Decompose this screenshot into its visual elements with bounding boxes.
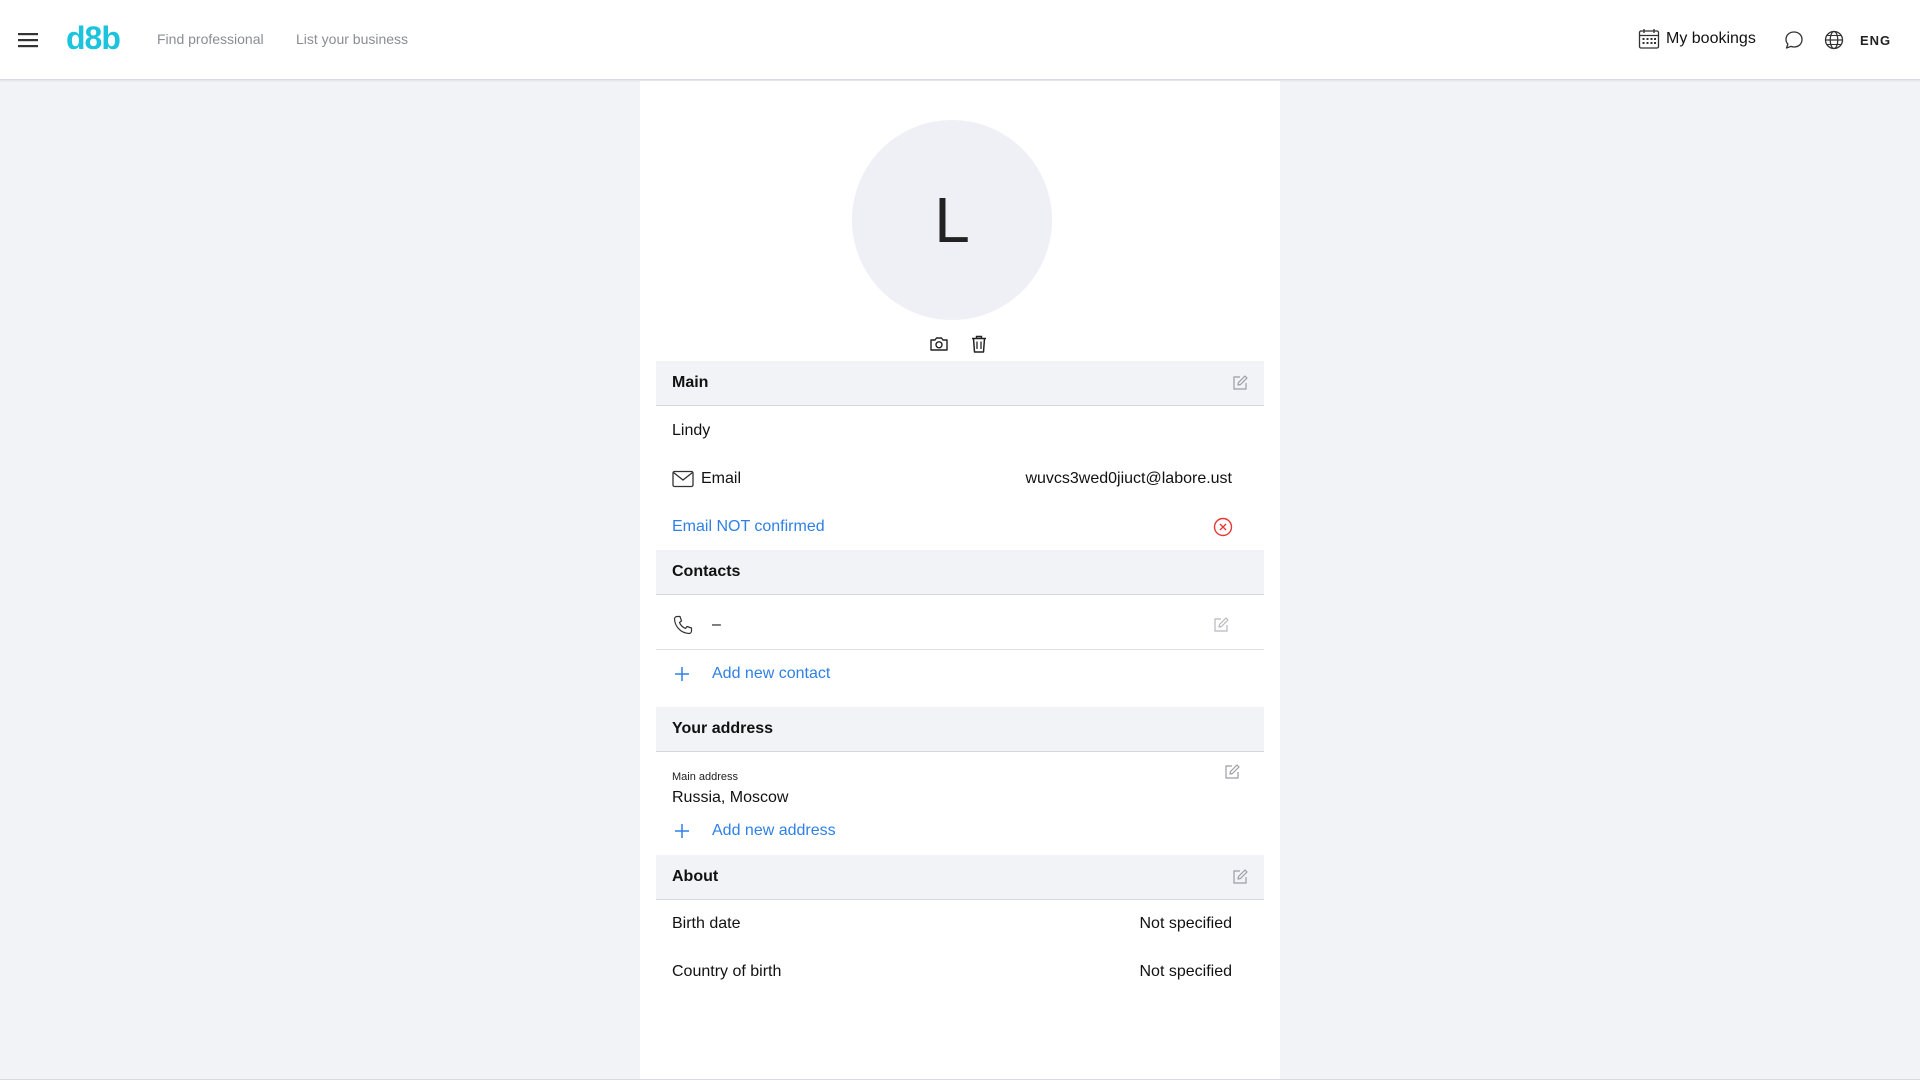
plus-icon [675,667,689,681]
country-of-birth-row: Country of birth Not specified [672,960,1248,984]
globe-icon[interactable] [1823,29,1845,51]
profile-name: Lindy [672,422,711,439]
contacts-divider [656,649,1264,650]
section-contacts-title: Contacts [672,563,741,580]
calendar-icon [1638,29,1660,49]
section-main-title: Main [672,374,709,391]
phone-row: – [672,612,1248,638]
my-bookings-label: My bookings [1666,30,1756,47]
section-main-header: Main [656,361,1264,406]
birth-date-label: Birth date [672,915,741,932]
nav-list-business[interactable]: List your business [296,31,408,47]
profile-name-row: Lindy [672,419,1248,443]
top-navigation-bar: d8b Find professional List your business… [0,0,1920,80]
birth-date-row: Birth date Not specified [672,912,1248,936]
my-bookings-button[interactable]: My bookings [1638,28,1756,50]
add-address-row[interactable]: Add new address [672,818,1248,844]
trash-icon[interactable] [968,333,990,355]
language-selector[interactable]: ENG [1860,33,1891,48]
email-label: Email [701,470,742,487]
section-about-title: About [672,868,719,885]
email-status-row: Email NOT confirmed [672,514,1248,540]
email-not-confirmed-link[interactable]: Email NOT confirmed [672,518,825,536]
edit-about-icon[interactable] [1231,868,1249,886]
main-address-value: Russia, Moscow [672,789,789,806]
section-contacts-header: Contacts [656,550,1264,595]
main-address-label-row: Main address [672,770,1248,784]
email-row: Email wuvcs3wed0jiuct@labore.ust [672,466,1248,492]
plus-icon [675,824,689,838]
nav-find-professional[interactable]: Find professional [157,31,264,47]
menu-icon[interactable] [16,28,40,52]
main-address-value-row: Russia, Moscow [672,787,1248,809]
profile-panel: L Main Lindy Email wuvcs3wed0jiuct@labor… [640,81,1280,1080]
section-address-header: Your address [656,707,1264,752]
camera-icon[interactable] [928,333,950,355]
edit-main-icon[interactable] [1231,374,1249,392]
avatar-actions [928,333,990,355]
add-new-address-link[interactable]: Add new address [712,822,836,840]
logo[interactable]: d8b [66,20,121,57]
section-address-title: Your address [672,720,774,737]
birth-date-value: Not specified [1139,915,1233,932]
chat-icon[interactable] [1783,29,1805,51]
phone-icon [673,615,693,635]
avatar[interactable]: L [852,120,1052,320]
add-new-contact-link[interactable]: Add new contact [712,665,830,683]
error-circle-icon[interactable] [1213,517,1233,537]
envelope-icon [672,470,694,488]
email-value: wuvcs3wed0jiuct@labore.ust [1025,470,1232,487]
edit-phone-icon[interactable] [1212,616,1230,634]
country-of-birth-value: Not specified [1139,963,1233,980]
section-about-header: About [656,855,1264,900]
phone-value: – [712,616,721,633]
main-address-label: Main address [672,771,739,783]
add-contact-row[interactable]: Add new contact [672,661,1248,687]
edit-address-icon[interactable] [1223,763,1241,781]
country-of-birth-label: Country of birth [672,963,782,980]
